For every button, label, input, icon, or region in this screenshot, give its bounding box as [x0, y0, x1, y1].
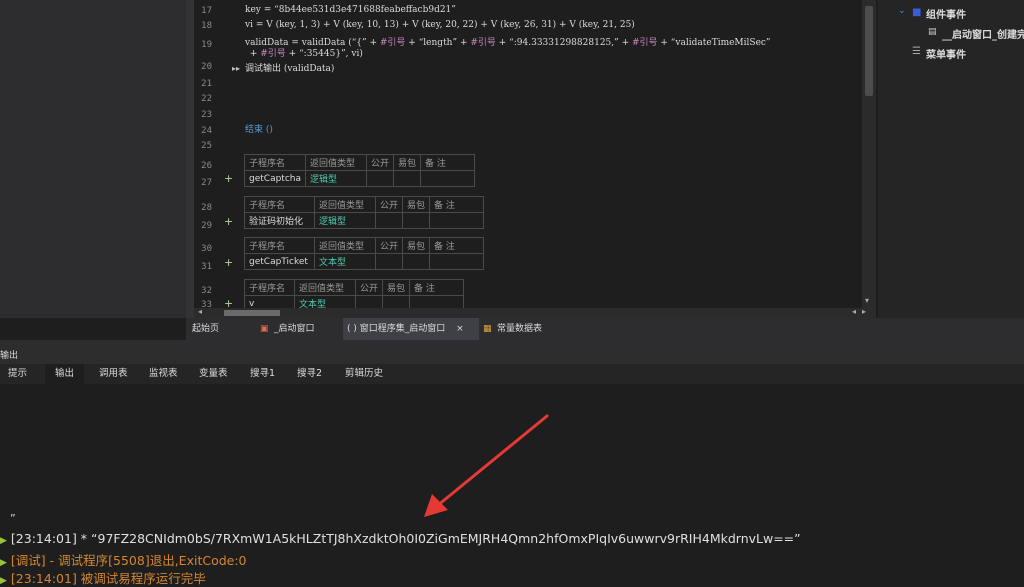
arrow-head: [424, 494, 448, 517]
annotation-arrow: [424, 414, 549, 517]
arrow-shaft: [435, 414, 549, 508]
